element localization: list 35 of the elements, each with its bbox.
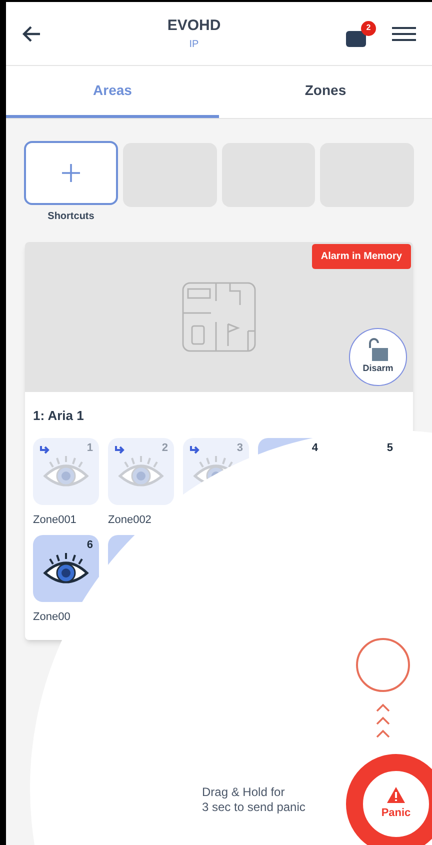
zone-label: Zone002 xyxy=(108,512,152,528)
back-arrow-icon[interactable] xyxy=(22,24,42,44)
warning-icon xyxy=(387,786,405,803)
area-title: 1: Aria 1 xyxy=(33,408,84,423)
panic-target-ring xyxy=(356,638,410,692)
alert-message-icon xyxy=(346,30,366,46)
eye-icon xyxy=(117,454,165,490)
eye-icon xyxy=(42,550,90,586)
zone-label: Zone001 xyxy=(33,512,76,528)
zone-tile[interactable]: 1 xyxy=(33,438,99,505)
tab[interactable]: Zones xyxy=(219,66,432,118)
floor-plan-icon xyxy=(182,282,256,352)
device-subtitle: IP xyxy=(189,38,199,52)
zone-tile[interactable]: 6 xyxy=(33,535,99,602)
zone-number: 2 xyxy=(162,441,168,456)
add-shortcut-button[interactable] xyxy=(24,141,118,205)
zone-tile[interactable]: 2 xyxy=(108,438,174,505)
notification-button[interactable]: 2 xyxy=(346,20,376,46)
zone-number: 4 xyxy=(312,441,318,456)
zone-number: 1 xyxy=(86,441,93,456)
plus-icon xyxy=(62,164,80,182)
unlocked-padlock-icon xyxy=(367,338,389,362)
zone-number: 5 xyxy=(386,441,393,456)
shortcuts-label: Shortcuts xyxy=(48,210,94,224)
tab[interactable]: Areas xyxy=(6,66,219,118)
zone-number: 6 xyxy=(86,538,93,553)
disarm-button[interactable]: Disarm xyxy=(349,328,407,386)
zone-label: Zone00 xyxy=(33,610,70,625)
notification-count: 2 xyxy=(361,20,376,36)
panic-hint: Drag & Hold for 3 sec to send panic xyxy=(202,785,306,815)
menu-icon[interactable] xyxy=(392,26,416,42)
alarm-memory-badge: Alarm in Memory xyxy=(312,244,411,269)
eye-icon xyxy=(42,454,90,490)
device-title: EVOHD xyxy=(167,16,221,36)
zone-number: 3 xyxy=(236,441,243,456)
